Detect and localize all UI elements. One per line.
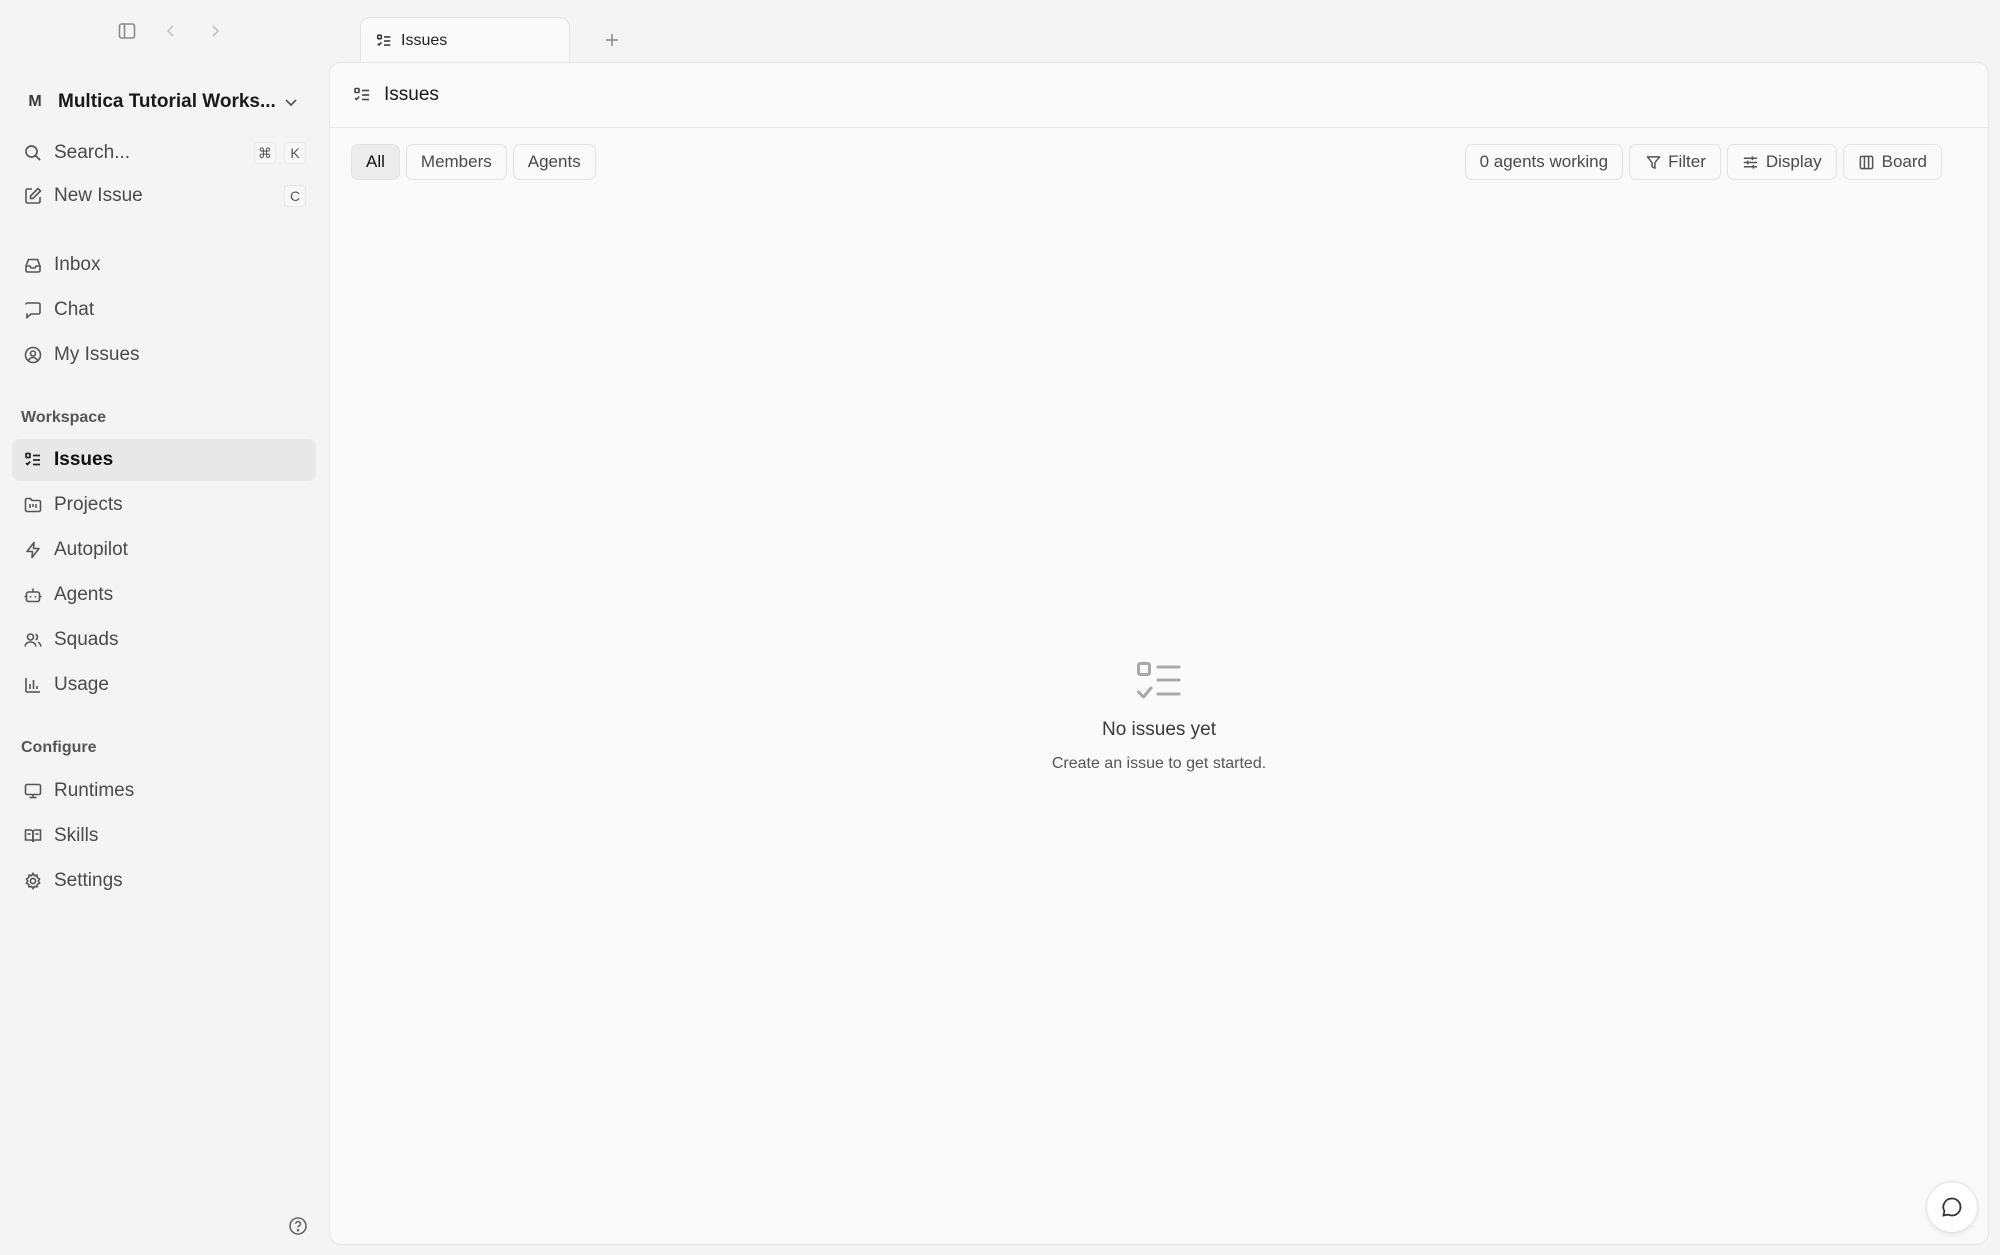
app-window: M Multica Tutorial Works... Search... ⌘ … xyxy=(0,0,2000,1255)
sidebar-item-inbox[interactable]: Inbox xyxy=(12,244,316,286)
filter-members-button[interactable]: Members xyxy=(405,144,507,180)
sidebar-item-autopilot[interactable]: Autopilot xyxy=(12,529,316,571)
columns-icon xyxy=(1858,153,1876,171)
sidebar-item-issues[interactable]: Issues xyxy=(12,439,316,481)
shortcut-key: C xyxy=(284,185,306,207)
search-label: Search... xyxy=(54,142,131,163)
issues-list-icon xyxy=(352,85,372,105)
page-title: Issues xyxy=(384,84,439,105)
workspace-name: Multica Tutorial Works... xyxy=(58,91,276,112)
sidebar-item-projects[interactable]: Projects xyxy=(12,484,316,526)
monitor-icon xyxy=(22,780,44,802)
workspace-switcher[interactable]: M Multica Tutorial Works... xyxy=(12,84,312,120)
sidebar-item-squads[interactable]: Squads xyxy=(12,619,316,661)
book-icon xyxy=(22,825,44,847)
forward-icon[interactable] xyxy=(203,19,227,43)
sidebar-item-label: Squads xyxy=(54,629,119,650)
board-view-button[interactable]: Board xyxy=(1842,144,1942,180)
new-issue-shortcut: C xyxy=(284,185,306,207)
issues-toolbar: All Members Agents 0 agents working Filt… xyxy=(330,128,1988,198)
filter-all-button[interactable]: All xyxy=(351,144,400,180)
edit-icon xyxy=(22,185,44,207)
empty-state-subtitle: Create an issue to get started. xyxy=(1051,755,1267,772)
new-issue-label: New Issue xyxy=(54,185,143,206)
search-shortcut: ⌘ K xyxy=(254,142,306,164)
sidebar: M Multica Tutorial Works... Search... ⌘ … xyxy=(0,0,328,1255)
workspace-avatar: M xyxy=(28,93,42,110)
chat-icon xyxy=(22,299,44,321)
filter-button[interactable]: Filter xyxy=(1629,144,1721,180)
sliders-icon xyxy=(1742,153,1760,171)
sidebar-item-runtimes[interactable]: Runtimes xyxy=(12,770,316,812)
tab-issues[interactable]: Issues xyxy=(360,17,570,63)
tab-label: Issues xyxy=(401,31,448,49)
chevron-down-icon xyxy=(282,93,300,111)
shortcut-key: ⌘ xyxy=(254,142,276,164)
projects-icon xyxy=(22,494,44,516)
empty-issues-icon xyxy=(1136,661,1182,703)
filter-agents-button[interactable]: Agents xyxy=(512,144,596,180)
sidebar-item-usage[interactable]: Usage xyxy=(12,664,316,706)
sidebar-item-label: Chat xyxy=(54,299,95,320)
issues-list-icon xyxy=(22,449,44,471)
plus-icon xyxy=(606,34,618,46)
sidebar-item-label: Settings xyxy=(54,870,123,891)
sidebar-item-agents[interactable]: Agents xyxy=(12,574,316,616)
bar-chart-icon xyxy=(22,674,44,696)
inbox-icon xyxy=(22,254,44,276)
sidebar-top-controls xyxy=(115,19,227,43)
sidebar-item-label: My Issues xyxy=(54,344,140,365)
sidebar-item-label: Projects xyxy=(54,494,123,515)
sidebar-item-label: Issues xyxy=(54,449,114,470)
funnel-icon xyxy=(1644,153,1662,171)
sidebar-item-label: Agents xyxy=(54,584,114,605)
sidebar-item-label: Inbox xyxy=(54,254,101,275)
help-icon[interactable] xyxy=(286,1214,310,1238)
search-icon xyxy=(22,142,44,164)
view-controls: 0 agents working Filter Display Board xyxy=(1464,144,1942,180)
user-circle-icon xyxy=(22,344,44,366)
empty-state: No issues yet Create an issue to get sta… xyxy=(330,661,1988,773)
scope-filter-group: All Members Agents xyxy=(351,144,596,180)
sidebar-item-label: Skills xyxy=(54,825,99,846)
users-icon xyxy=(22,629,44,651)
search-button[interactable]: Search... ⌘ K xyxy=(12,132,316,174)
sidebar-item-settings[interactable]: Settings xyxy=(12,860,316,902)
sidebar-item-label: Runtimes xyxy=(54,780,135,801)
display-label: Display xyxy=(1765,152,1822,171)
display-button[interactable]: Display xyxy=(1726,144,1837,180)
new-tab-button[interactable] xyxy=(600,28,624,52)
chat-fab-button[interactable] xyxy=(1926,1181,1978,1233)
agents-working-label: 0 agents working xyxy=(1479,152,1609,171)
chat-bubble-icon xyxy=(1942,1197,1962,1217)
shortcut-key: K xyxy=(284,142,306,164)
lightning-icon xyxy=(22,539,44,561)
empty-state-title: No issues yet xyxy=(1101,719,1217,740)
back-icon[interactable] xyxy=(159,19,183,43)
section-label-workspace: Workspace xyxy=(21,409,107,426)
sidebar-item-my-issues[interactable]: My Issues xyxy=(12,334,316,376)
section-label-configure: Configure xyxy=(21,739,97,756)
sidebar-item-chat[interactable]: Chat xyxy=(12,289,316,331)
agents-working-badge[interactable]: 0 agents working xyxy=(1464,144,1624,180)
new-issue-button[interactable]: New Issue C xyxy=(12,175,316,217)
board-label: Board xyxy=(1881,152,1927,171)
sidebar-toggle-icon[interactable] xyxy=(115,19,139,43)
sidebar-item-label: Autopilot xyxy=(54,539,128,560)
issues-list-icon xyxy=(375,32,393,50)
sidebar-item-label: Usage xyxy=(54,674,109,695)
filter-label: Filter xyxy=(1668,152,1706,171)
page-header: Issues xyxy=(330,63,1988,128)
main-panel: Issues All Members Agents 0 agents worki… xyxy=(329,62,1989,1245)
bot-icon xyxy=(22,584,44,606)
gear-icon xyxy=(22,870,44,892)
sidebar-item-skills[interactable]: Skills xyxy=(12,815,316,857)
